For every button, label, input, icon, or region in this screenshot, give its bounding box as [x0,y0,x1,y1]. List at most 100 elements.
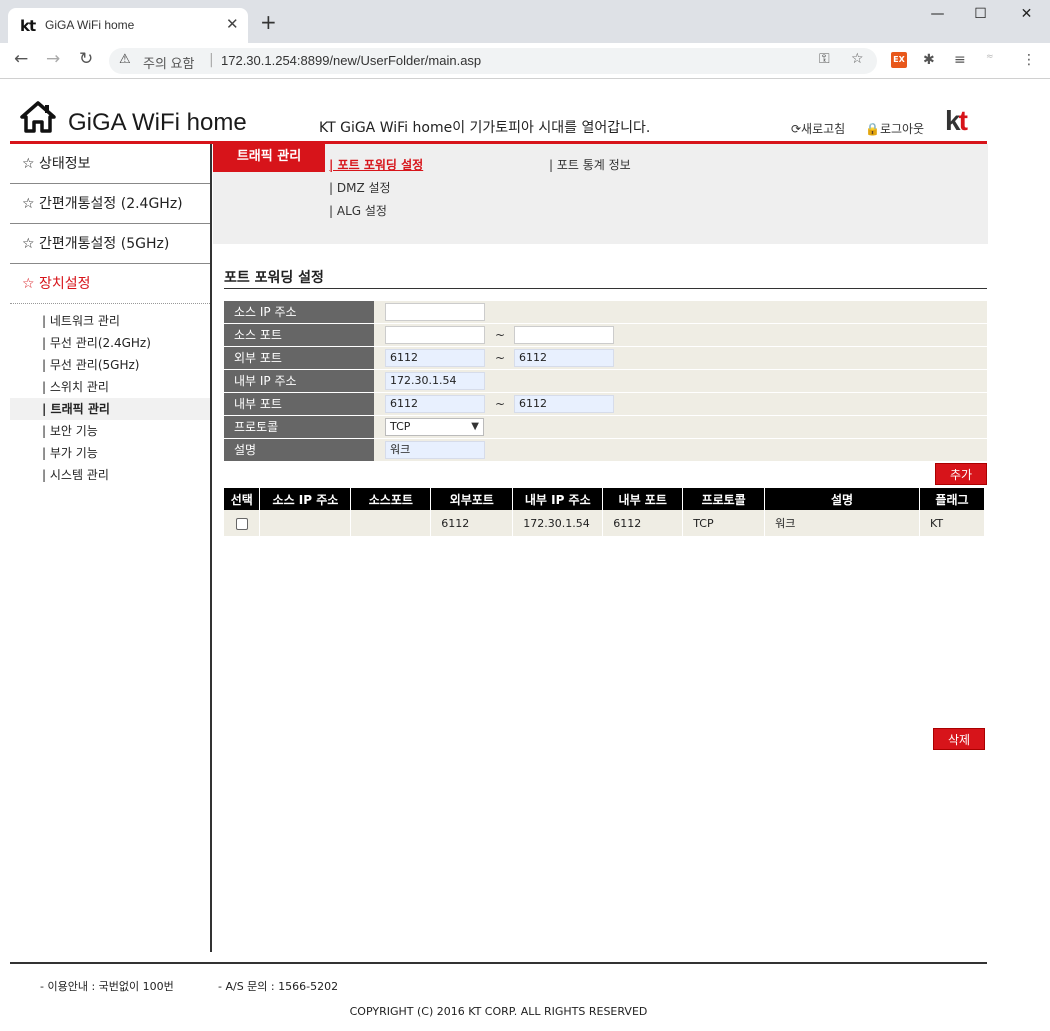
description-cell: 워크 [374,439,987,461]
add-button[interactable]: 추가 [935,463,987,485]
port-forwarding-table: 선택 소스 IP 주소 소스포트 외부포트 내부 IP 주소 내부 포트 프로토… [224,488,986,536]
cell-flag: KT [919,510,986,536]
internal-ip-label: 내부 IP 주소 [224,370,374,392]
source-ip-input[interactable] [385,303,485,321]
menu-kebab-icon[interactable]: ⋮ [1022,52,1036,68]
sidebar-sub-wireless-5ghz[interactable]: | 무선 관리(5GHz) [10,354,210,376]
internal-ip-row: 내부 IP 주소 172.30.1.54 [224,370,987,393]
sidebar-item-quick-setup-24ghz[interactable]: ☆ 간편개통설정 (2.4GHz) [10,184,210,224]
description-row: 설명 워크 [224,439,987,462]
delete-button[interactable]: 삭제 [933,728,985,750]
sidebar-sub-traffic[interactable]: | 트래픽 관리 [10,398,210,420]
internal-port-to-input[interactable]: 6112 [514,395,614,413]
protocol-cell: TCP ▼ [374,416,987,438]
minimize-button[interactable]: — [915,6,960,26]
col-header-internal-port: 내부 포트 [602,488,684,510]
source-port-to-input[interactable] [514,326,614,344]
sidebar-sub-switch[interactable]: | 스위치 관리 [10,376,210,398]
description-input[interactable]: 워크 [385,441,485,459]
sidebar-submenu: | 네트워크 관리 | 무선 관리(2.4GHz) | 무선 관리(5GHz) … [10,304,210,486]
site-title: GiGA WiFi home [68,109,247,136]
source-ip-row: 소스 IP 주소 [224,301,987,324]
source-port-label: 소스 포트 [224,324,374,346]
security-status[interactable]: 주의 요함 [143,53,194,72]
footer-copyright: COPYRIGHT (C) 2016 KT CORP. ALL RIGHTS R… [349,1005,648,1018]
logout-link[interactable]: 🔒로그아웃 [865,120,924,137]
browser-tab[interactable]: kt GiGA WiFi home ✕ [8,8,248,43]
site-slogan: KT GiGA WiFi home이 기가토피아 시대를 열어갑니다. [319,120,651,136]
sidebar-sub-extra[interactable]: | 부가 기능 [10,442,210,464]
bookmark-star-icon[interactable]: ☆ [851,51,864,67]
source-ip-label: 소스 IP 주소 [224,301,374,323]
source-port-from-input[interactable] [385,326,485,344]
close-window-button[interactable]: ✕ [1004,6,1049,26]
col-header-flag: 플래그 [919,488,986,510]
page-content: GiGA WiFi home KT GiGA WiFi home이 기가토피아 … [0,79,1050,1031]
url-omnibox[interactable]: ⚠ 주의 요함 | 172.30.1.254:8899/new/UserFold… [109,48,877,74]
tab-close-icon[interactable]: ✕ [226,15,239,33]
protocol-selected-value: TCP [390,420,411,433]
submenu-dmz[interactable]: | DMZ 설정 [329,179,391,196]
cell-source-port [350,510,432,536]
submenu-port-forwarding[interactable]: | 포트 포워딩 설정 [329,156,423,173]
submenu-port-statistics[interactable]: | 포트 통계 정보 [549,156,631,173]
range-tilde: ~ [495,328,506,342]
protocol-select[interactable]: TCP ▼ [385,418,484,436]
extensions-puzzle-icon[interactable]: ✱ [923,52,935,68]
url-text[interactable]: 172.30.1.254:8899/new/UserFolder/main.as… [221,53,481,68]
sidebar-sub-security[interactable]: | 보안 기능 [10,420,210,442]
forward-arrow-icon[interactable]: → [46,49,60,69]
sidebar-sub-system[interactable]: | 시스템 관리 [10,464,210,486]
internal-ip-cell: 172.30.1.54 [374,370,987,392]
footer-usage-info: - 이용안내 : 국번없이 100번 [40,980,174,993]
internal-port-from-input[interactable]: 6112 [385,395,485,413]
external-port-label: 외부 포트 [224,347,374,369]
address-bar: ← → ↻ ⚠ 주의 요함 | 172.30.1.254:8899/new/Us… [0,43,1050,79]
table-row: 6112 172.30.1.54 6112 TCP 워크 KT [224,510,986,536]
internal-port-row: 내부 포트 6112 ~ 6112 [224,393,987,416]
external-port-cell: 6112 ~ 6112 [374,347,987,369]
home-icon[interactable] [20,101,56,133]
cell-description: 워크 [764,510,920,536]
external-port-to-input[interactable]: 6112 [514,349,614,367]
submenu-tab-traffic[interactable]: 트래픽 관리 [213,144,325,172]
chevron-down-icon: ▼ [471,421,479,432]
ex-extension-icon[interactable]: EX [891,52,907,68]
footer-as-info: - A/S 문의 : 1566-5202 [218,980,339,993]
sidebar-item-quick-setup-5ghz[interactable]: ☆ 간편개통설정 (5GHz) [10,224,210,264]
internal-ip-input[interactable]: 172.30.1.54 [385,372,485,390]
col-header-internal-ip: 내부 IP 주소 [512,488,604,510]
cell-external-port: 6112 [430,510,514,536]
sidebar-sub-network[interactable]: | 네트워크 관리 [10,310,210,332]
external-port-from-input[interactable]: 6112 [385,349,485,367]
sidebar-item-device-settings[interactable]: ☆ 장치설정 [10,264,210,304]
cell-internal-ip: 172.30.1.54 [512,510,604,536]
tab-title: GiGA WiFi home [45,18,135,32]
row-select-checkbox[interactable] [235,517,248,530]
col-header-source-port: 소스포트 [350,488,432,510]
key-icon[interactable]: ⚿ [819,51,830,67]
back-arrow-icon[interactable]: ← [14,49,28,69]
col-header-external-port: 외부포트 [430,488,514,510]
col-header-select: 선택 [224,488,261,510]
sidebar: ☆ 상태정보 ☆ 간편개통설정 (2.4GHz) ☆ 간편개통설정 (5GHz)… [10,144,212,952]
maximize-button[interactable]: ☐ [958,6,1003,26]
profile-extension-icon[interactable]: ≈ [986,52,994,62]
submenu-alg[interactable]: | ALG 설정 [329,202,387,219]
media-queue-icon[interactable]: ≡ [954,52,966,68]
sidebar-item-status[interactable]: ☆ 상태정보 [10,144,210,184]
source-ip-cell [374,301,987,323]
sidebar-sub-wireless-24ghz[interactable]: | 무선 관리(2.4GHz) [10,332,210,354]
new-tab-button[interactable]: + [260,12,277,32]
reload-icon[interactable]: ↻ [79,49,93,69]
cell-protocol: TCP [682,510,766,536]
cell-internal-port: 6112 [602,510,684,536]
refresh-link[interactable]: ⟳새로고침 [791,120,845,137]
range-tilde: ~ [495,351,506,365]
cell-source-ip [259,510,352,536]
section-divider [224,288,987,289]
url-separator: | [209,52,214,68]
warning-triangle-icon[interactable]: ⚠ [119,52,131,67]
kt-logo: kt [945,105,968,137]
source-port-row: 소스 포트 ~ [224,324,987,347]
